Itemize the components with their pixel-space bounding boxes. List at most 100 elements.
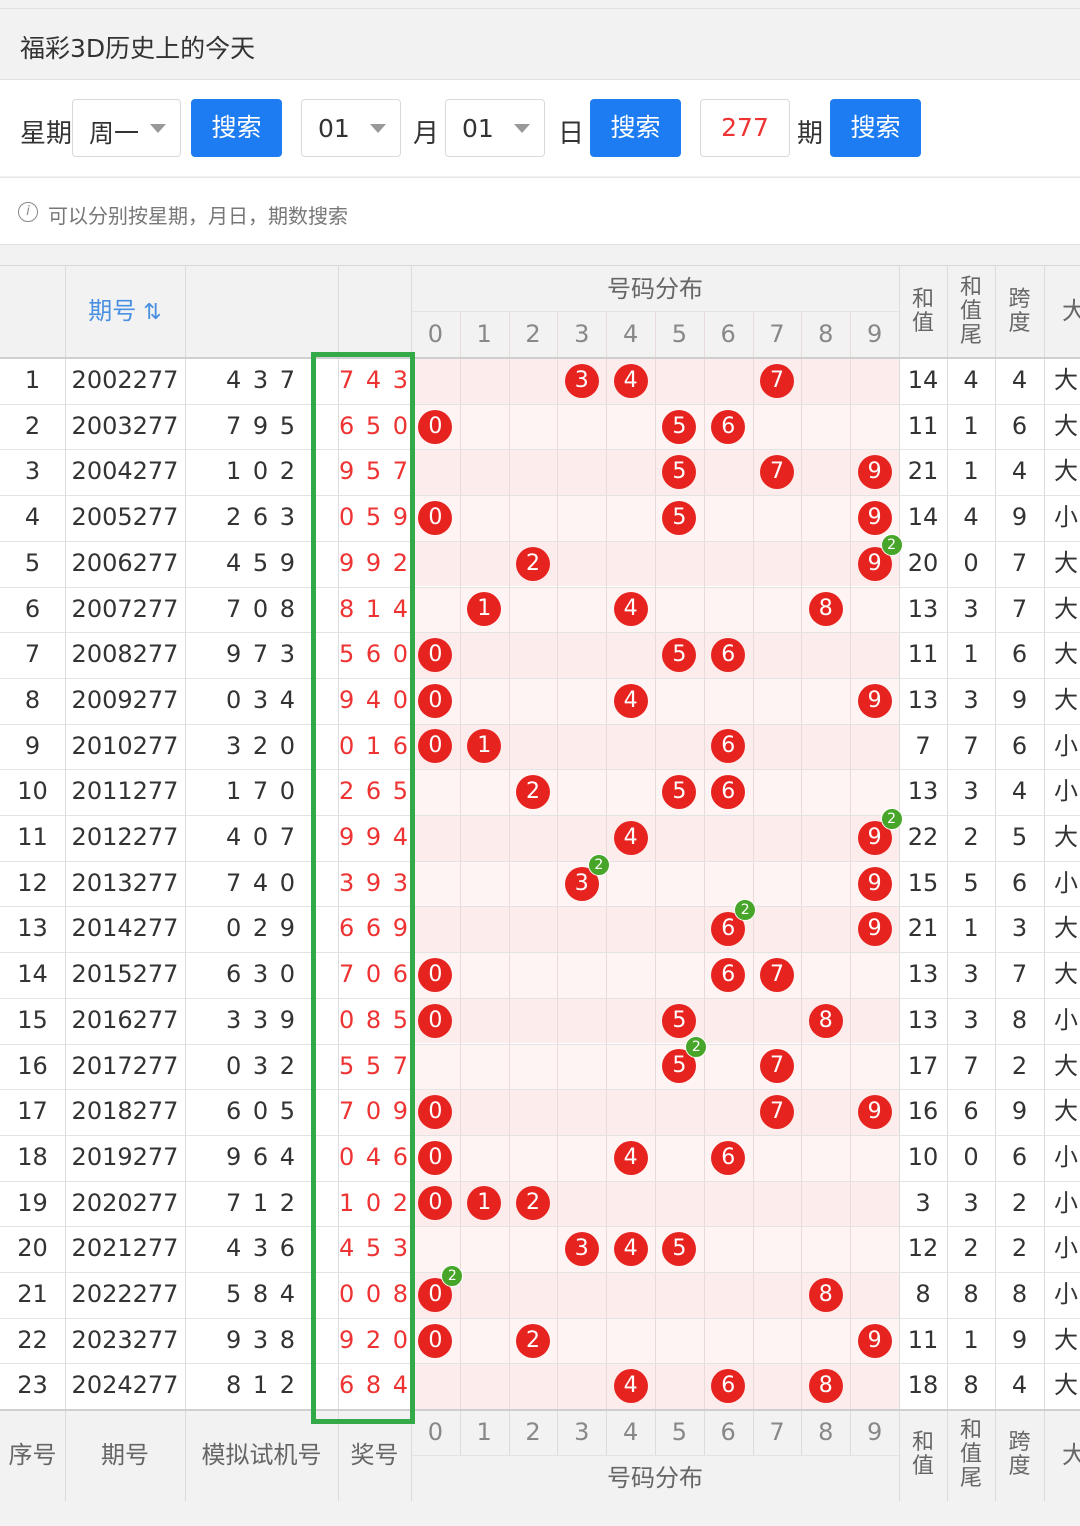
- row-sum: 22: [907, 823, 939, 851]
- header-issue: 期号 ⇅: [65, 265, 185, 358]
- digit-divider: [655, 1409, 656, 1456]
- issue-input[interactable]: 277: [700, 99, 790, 157]
- number-ball: 2: [516, 546, 550, 581]
- header-digit: 2: [525, 320, 541, 348]
- row-span: 4: [1011, 777, 1028, 806]
- number-ball: 9: [857, 1323, 892, 1358]
- weekday-select[interactable]: 周一: [72, 99, 181, 157]
- footer-span: 跨度: [1008, 1430, 1031, 1480]
- date-search-button[interactable]: 搜索: [590, 99, 681, 157]
- number-ball: 4: [613, 1140, 648, 1175]
- row-sum-tail: 1: [963, 457, 979, 486]
- day-select[interactable]: 01: [445, 99, 545, 157]
- number-ball: 6: [711, 957, 746, 992]
- row-issue: 2019277: [71, 1142, 179, 1171]
- header-prize: [338, 265, 411, 358]
- row-size: 大: [1054, 1097, 1078, 1126]
- row-issue: 2012277: [71, 823, 179, 851]
- row-sum: 14: [907, 503, 939, 532]
- footer-digit: 4: [622, 1418, 639, 1447]
- row-seq: 16: [17, 1051, 48, 1080]
- row-size: 大: [1054, 457, 1078, 486]
- row-sum-tail: 7: [963, 1051, 979, 1080]
- row-sum-tail: 6: [963, 1097, 979, 1126]
- number-ball: 4: [613, 1232, 648, 1267]
- row-sum: 11: [907, 1325, 939, 1354]
- number-ball: 0: [418, 1003, 453, 1038]
- row-issue: 2011277: [71, 777, 179, 806]
- row-span: 5: [1011, 823, 1028, 851]
- page-title: 福彩3D历史上的今天: [20, 34, 256, 63]
- row-sum: 16: [907, 1097, 939, 1126]
- row-size: 小: [1054, 868, 1078, 897]
- row-issue: 2007277: [71, 594, 179, 623]
- number-ball: 9: [857, 683, 892, 718]
- repeat-count-badge: 2: [880, 807, 903, 830]
- day-label: 日: [558, 119, 585, 149]
- number-ball: 4: [613, 592, 648, 627]
- row-seq: 13: [17, 914, 48, 943]
- row-size: 小: [1054, 1234, 1078, 1263]
- row-seq: 20: [17, 1234, 48, 1263]
- number-ball: 8: [808, 1369, 843, 1404]
- footer-sum: 和值: [911, 1430, 934, 1480]
- row-seq: 8: [24, 685, 41, 714]
- weekday-search-button[interactable]: 搜索: [191, 99, 282, 157]
- row-seq: 21: [17, 1280, 48, 1308]
- row-span: 8: [1011, 1005, 1028, 1034]
- issue-search-button[interactable]: 搜索: [830, 99, 921, 157]
- row-sum: 13: [907, 594, 939, 623]
- sort-icon[interactable]: ⇅: [136, 300, 161, 325]
- row-sum: 3: [915, 1188, 931, 1217]
- row-sum: 18: [907, 1371, 939, 1400]
- number-ball: 7: [760, 363, 794, 398]
- row-span: 2: [1011, 1188, 1028, 1217]
- issue-label: 期: [797, 119, 824, 149]
- row-sum: 7: [915, 731, 931, 760]
- number-ball: 4: [613, 683, 648, 718]
- row-seq: 15: [17, 1005, 48, 1034]
- number-ball: 0: [418, 1140, 453, 1175]
- row-span: 6: [1011, 411, 1028, 440]
- row-seq: 5: [24, 548, 41, 577]
- row-size: 小: [1054, 503, 1078, 532]
- row-sum-tail: 0: [963, 1142, 979, 1171]
- weekday-label: 星期: [20, 119, 73, 149]
- prize-highlight-box: [311, 352, 415, 1424]
- row-sum-tail: 5: [963, 868, 979, 897]
- row-issue: 2009277: [71, 685, 179, 714]
- table-top-rule: [0, 265, 1080, 266]
- header-digit: 1: [476, 320, 492, 348]
- number-ball: 5: [662, 409, 697, 444]
- row-span: 3: [1011, 914, 1028, 943]
- row-sum: 11: [907, 411, 939, 440]
- header-sum: 和值: [911, 286, 934, 336]
- history-table: 期号 ⇅ 号码分布 0 1 2 3 4 5 6 7 8 9 和值 和值尾 跨度大序号 期号 模拟试机号 奖号 0 1 2…: [0, 265, 1080, 1501]
- row-seq: 4: [24, 503, 41, 532]
- digit-divider: [801, 1409, 803, 1456]
- header-issue-label[interactable]: 期号: [88, 297, 136, 325]
- row-sum: 13: [907, 777, 939, 806]
- number-ball: 6: [711, 409, 746, 444]
- row-size: 小: [1054, 1280, 1078, 1308]
- digit-divider: [606, 1409, 608, 1456]
- row-span: 4: [1011, 1371, 1028, 1400]
- weekday-value: 周一: [89, 119, 140, 148]
- row-seq: 7: [24, 640, 41, 669]
- info-icon: i: [18, 202, 38, 222]
- row-seq: 6: [24, 594, 41, 623]
- digit-divider: [459, 1409, 461, 1456]
- header-trial: [185, 265, 338, 358]
- row-seq: 10: [17, 777, 48, 806]
- number-ball: 0: [418, 1323, 453, 1358]
- month-label: 月: [413, 119, 440, 149]
- row-size: 小: [1054, 1142, 1078, 1171]
- row-sum-tail: 1: [963, 1325, 979, 1354]
- row-span: 4: [1011, 366, 1028, 394]
- row-issue: 2023277: [71, 1325, 179, 1354]
- row-issue: 2008277: [71, 640, 179, 669]
- month-select[interactable]: 01: [301, 99, 401, 157]
- row-size: 大: [1054, 1371, 1078, 1400]
- row-issue: 2006277: [71, 548, 179, 577]
- number-ball: 9: [857, 866, 892, 901]
